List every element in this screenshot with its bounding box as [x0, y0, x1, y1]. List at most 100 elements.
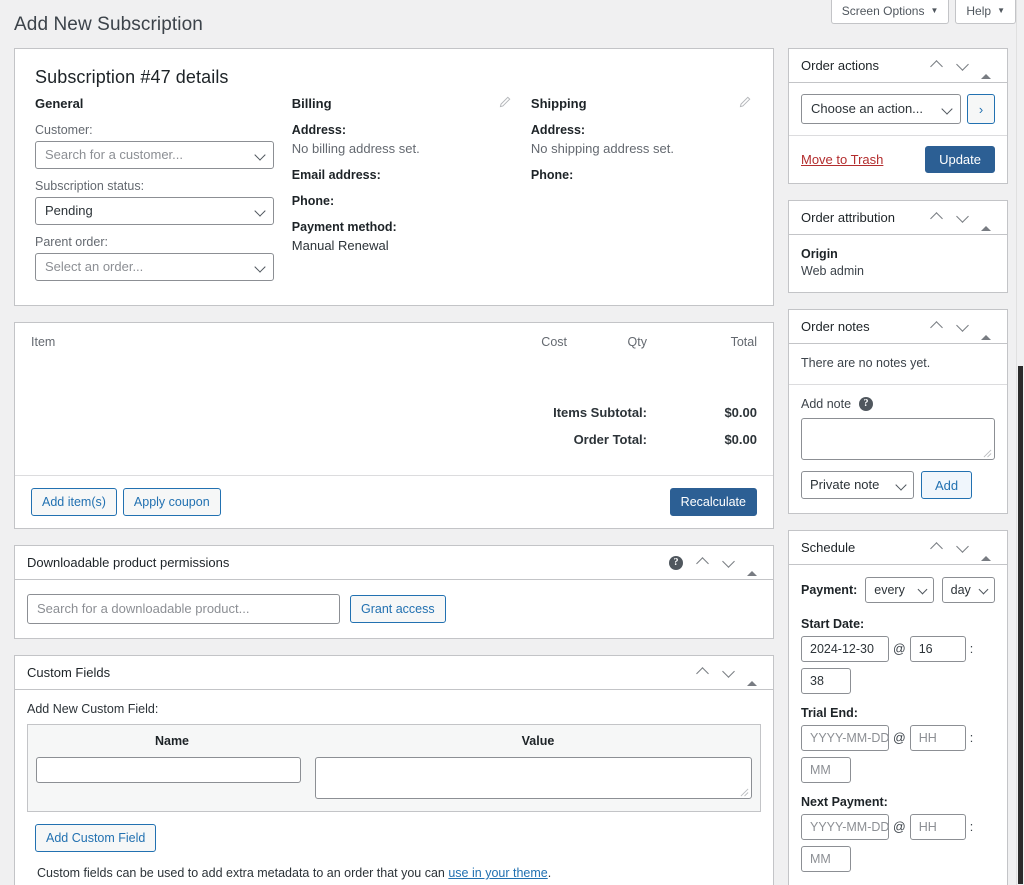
use-in-your-theme-link[interactable]: use in your theme — [448, 866, 547, 880]
subscription-status-label: Subscription status: — [35, 179, 145, 193]
add-custom-field-button[interactable]: Add Custom Field — [35, 824, 157, 852]
order-items-empty-body — [15, 359, 773, 405]
move-up-icon[interactable] — [929, 541, 943, 555]
move-up-icon[interactable] — [929, 211, 943, 225]
add-items-button[interactable]: Add item(s) — [31, 488, 117, 516]
items-subtotal-value: $0.00 — [724, 405, 757, 420]
start-date-group: Start Date: 2024-12-30 @ 16 : 38 — [801, 617, 995, 694]
at-symbol: @ — [893, 820, 906, 834]
custom-field-value-input[interactable] — [315, 757, 752, 799]
add-note-button[interactable]: Add — [921, 471, 973, 499]
next-payment-date-input[interactable]: YYYY-MM-DD — [801, 814, 889, 840]
order-items-panel: Item Cost Qty Total Items Subtotal: $0.0… — [14, 322, 774, 529]
edit-pencil-icon[interactable] — [738, 96, 751, 109]
apply-coupon-button[interactable]: Apply coupon — [122, 488, 221, 516]
next-payment-hour-input[interactable]: HH — [909, 814, 966, 840]
page-scrollbar-thumb[interactable] — [1018, 366, 1023, 884]
update-button[interactable]: Update — [925, 146, 995, 173]
add-note-controls: Private note Add — [801, 471, 995, 499]
colon-separator: : — [969, 731, 974, 745]
screen-meta-buttons: Screen Options ▼ Help ▼ — [830, 0, 1016, 24]
move-up-icon[interactable] — [695, 666, 709, 680]
start-hour-input[interactable]: 16 — [909, 636, 966, 662]
toggle-panel-icon[interactable] — [747, 665, 761, 686]
move-down-icon[interactable] — [955, 209, 969, 225]
add-note-textarea[interactable] — [801, 418, 995, 460]
help-label: Help — [966, 4, 992, 18]
origin-label: Origin — [801, 247, 838, 261]
start-minute-input[interactable]: 38 — [801, 668, 851, 694]
move-to-trash-link[interactable]: Move to Trash — [801, 152, 883, 167]
move-down-icon[interactable] — [955, 539, 969, 555]
resize-grip-icon[interactable] — [740, 788, 749, 797]
custom-fields-note: Custom fields can be used to add extra m… — [27, 852, 761, 880]
schedule-header: Schedule — [789, 531, 1007, 565]
start-date-line: 2024-12-30 @ 16 : — [801, 636, 995, 662]
next-payment-minute-input[interactable]: MM — [801, 846, 851, 872]
toggle-panel-icon[interactable] — [981, 319, 995, 340]
parent-order-select[interactable]: Select an order... — [35, 253, 274, 281]
payment-interval-select[interactable]: every — [865, 577, 934, 603]
order-items-header-row: Item Cost Qty Total — [15, 323, 773, 359]
screen-options-button[interactable]: Screen Options ▼ — [830, 0, 950, 24]
grant-access-button[interactable]: Grant access — [350, 595, 446, 623]
trial-end-date-input[interactable]: YYYY-MM-DD — [801, 725, 889, 751]
subscription-status-select[interactable]: Pending — [35, 197, 274, 225]
order-total-label: Order Total: — [573, 432, 647, 447]
trial-end-hour-input[interactable]: HH — [909, 725, 966, 751]
payment-method-value: Manual Renewal — [291, 238, 389, 253]
start-date-input[interactable]: 2024-12-30 — [801, 636, 889, 662]
toggle-panel-icon[interactable] — [981, 540, 995, 561]
custom-fields-footer: Add Custom Field — [27, 812, 761, 852]
move-up-icon[interactable] — [695, 556, 709, 570]
custom-fields-input-row — [28, 757, 760, 811]
apply-action-button[interactable]: › — [967, 94, 995, 124]
move-down-icon[interactable] — [955, 318, 969, 334]
column-header-cost: Cost — [541, 335, 567, 349]
toggle-panel-icon[interactable] — [747, 555, 761, 576]
move-down-icon[interactable] — [721, 554, 735, 570]
schedule-title: Schedule — [801, 540, 856, 555]
recalculate-button[interactable]: Recalculate — [669, 488, 757, 516]
note-type-select[interactable]: Private note — [801, 471, 914, 499]
order-notes-title: Order notes — [801, 319, 870, 334]
customer-select[interactable]: Search for a customer... — [35, 141, 274, 169]
toggle-panel-icon[interactable] — [981, 210, 995, 231]
colon-separator: : — [969, 820, 974, 834]
trial-end-group: Trial End: YYYY-MM-DD @ HH : MM — [801, 706, 995, 783]
resize-grip-icon[interactable] — [983, 449, 992, 458]
order-action-select[interactable]: Choose an action... — [801, 94, 961, 124]
move-up-icon[interactable] — [929, 320, 943, 334]
page-scrollbar-track[interactable] — [1016, 0, 1024, 885]
custom-fields-panel: Custom Fields Add New Custom Field: Name… — [14, 655, 774, 885]
move-down-icon[interactable] — [721, 664, 735, 680]
shipping-phone-label: Phone: — [530, 168, 574, 182]
start-minute-line: 38 — [801, 668, 995, 694]
move-up-icon[interactable] — [929, 59, 943, 73]
payment-period-select[interactable]: day — [941, 577, 995, 603]
order-actions-body: Choose an action... › — [789, 83, 1007, 135]
edit-pencil-icon[interactable] — [498, 96, 511, 109]
trial-end-minute-input[interactable]: MM — [801, 757, 851, 783]
downloadable-permissions-body: Search for a downloadable product... Gra… — [15, 580, 773, 638]
custom-fields-note-prefix: Custom fields can be used to add extra m… — [37, 866, 449, 880]
payment-method-label: Payment method: — [291, 220, 397, 234]
downloadable-product-search-input[interactable]: Search for a downloadable product... — [27, 594, 340, 624]
order-actions-header: Order actions — [789, 49, 1007, 83]
trial-end-label: Trial End: — [801, 706, 858, 720]
custom-fields-table: Name Value — [27, 724, 761, 812]
custom-field-name-input[interactable] — [36, 757, 301, 783]
order-notes-panel: Order notes There are no notes yet. Add … — [788, 309, 1008, 514]
help-icon[interactable]: ? — [859, 397, 874, 411]
next-payment-minute-line: MM — [801, 846, 995, 872]
move-down-icon[interactable] — [955, 57, 969, 73]
billing-email-label: Email address: — [291, 168, 381, 182]
column-header-qty: Qty — [627, 335, 647, 349]
panel-header-icons — [929, 57, 995, 79]
shipping-address-label: Address: — [530, 123, 586, 137]
help-icon[interactable]: ? — [669, 555, 683, 570]
order-notes-add-section: Add note ? Private note Add — [789, 385, 1007, 513]
help-button[interactable]: Help ▼ — [955, 0, 1016, 24]
toggle-panel-icon[interactable] — [981, 58, 995, 79]
schedule-payment-row: Payment: every day — [801, 577, 995, 603]
